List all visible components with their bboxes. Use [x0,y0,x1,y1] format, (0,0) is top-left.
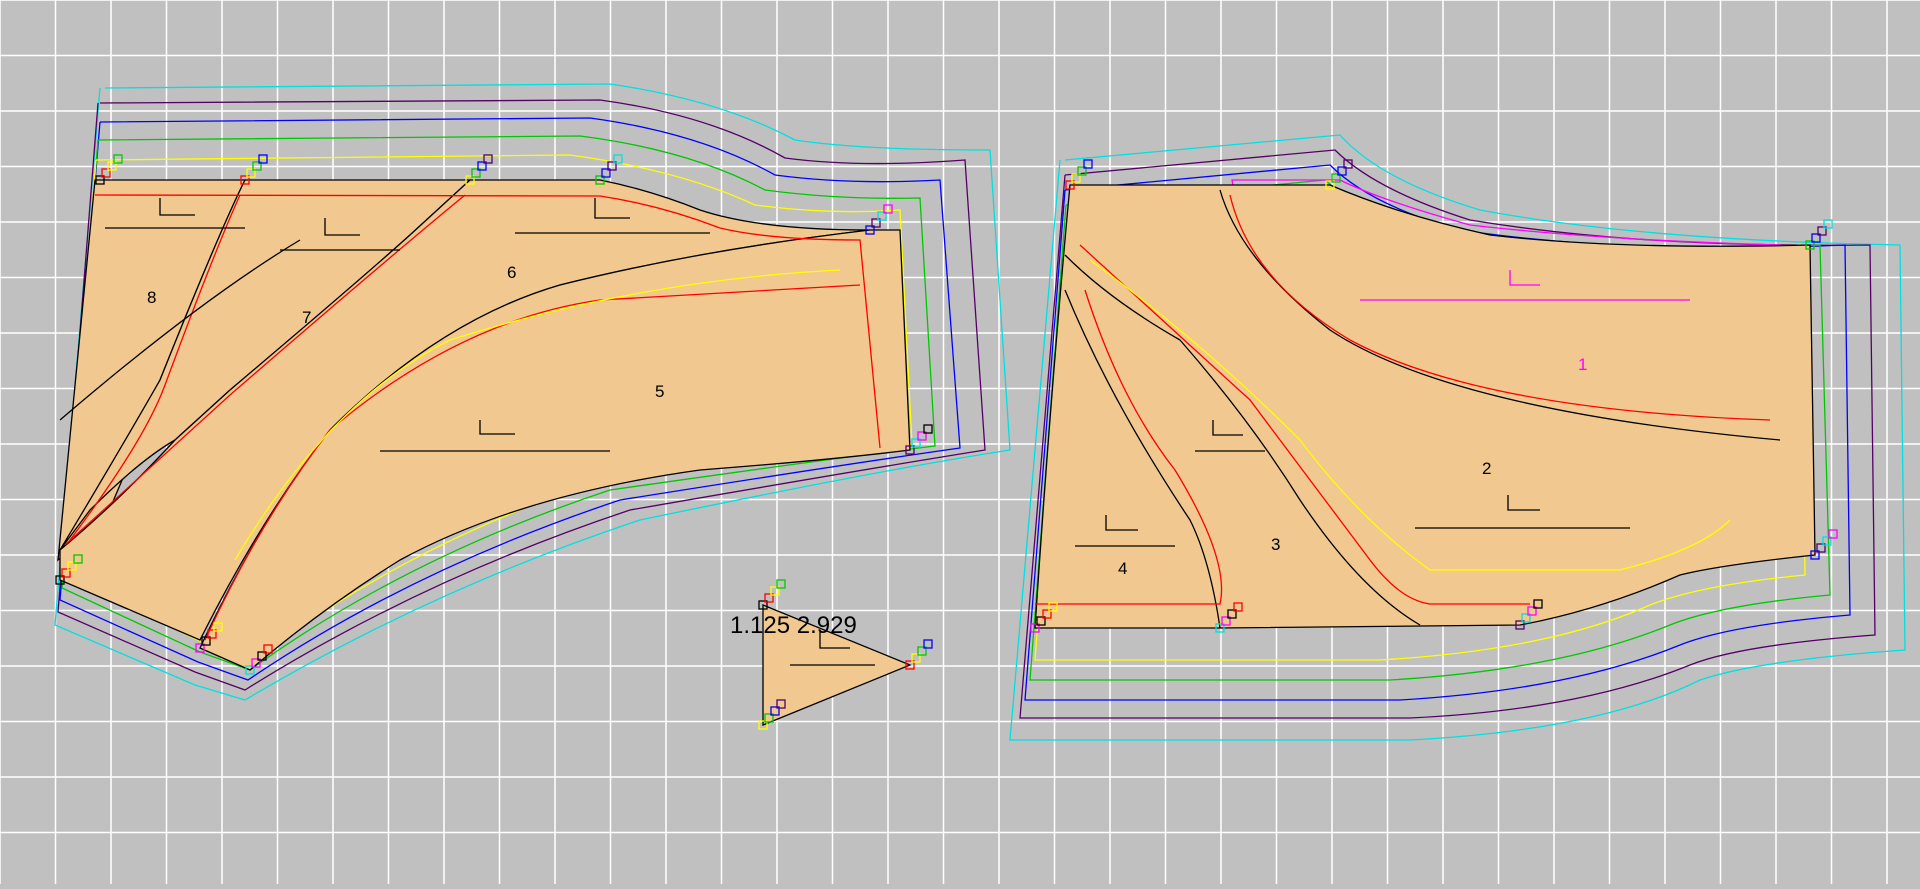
piece-label-4: 4 [1118,559,1127,578]
piece-label-7: 7 [302,308,311,327]
pattern-drawing[interactable]: 8 7 6 5 1.125 2.929 1 2 3 4 [0,0,1920,884]
piece-label-2: 2 [1482,459,1491,478]
coordinate-readout: 1.125 2.929 [730,612,857,639]
triangle-piece[interactable]: 1.125 2.929 [730,604,912,726]
piece-label-3: 3 [1271,535,1280,554]
piece-label-5: 5 [655,382,664,401]
piece-label-8: 8 [147,288,156,307]
piece-label-1: 1 [1578,355,1587,374]
right-piece-group[interactable]: 1 2 3 4 [1009,134,1906,741]
piece-label-6: 6 [507,263,516,282]
pattern-canvas[interactable]: 8 7 6 5 1.125 2.929 1 2 3 4 [0,0,1920,884]
left-piece-group[interactable]: 8 7 6 5 [54,83,1011,701]
